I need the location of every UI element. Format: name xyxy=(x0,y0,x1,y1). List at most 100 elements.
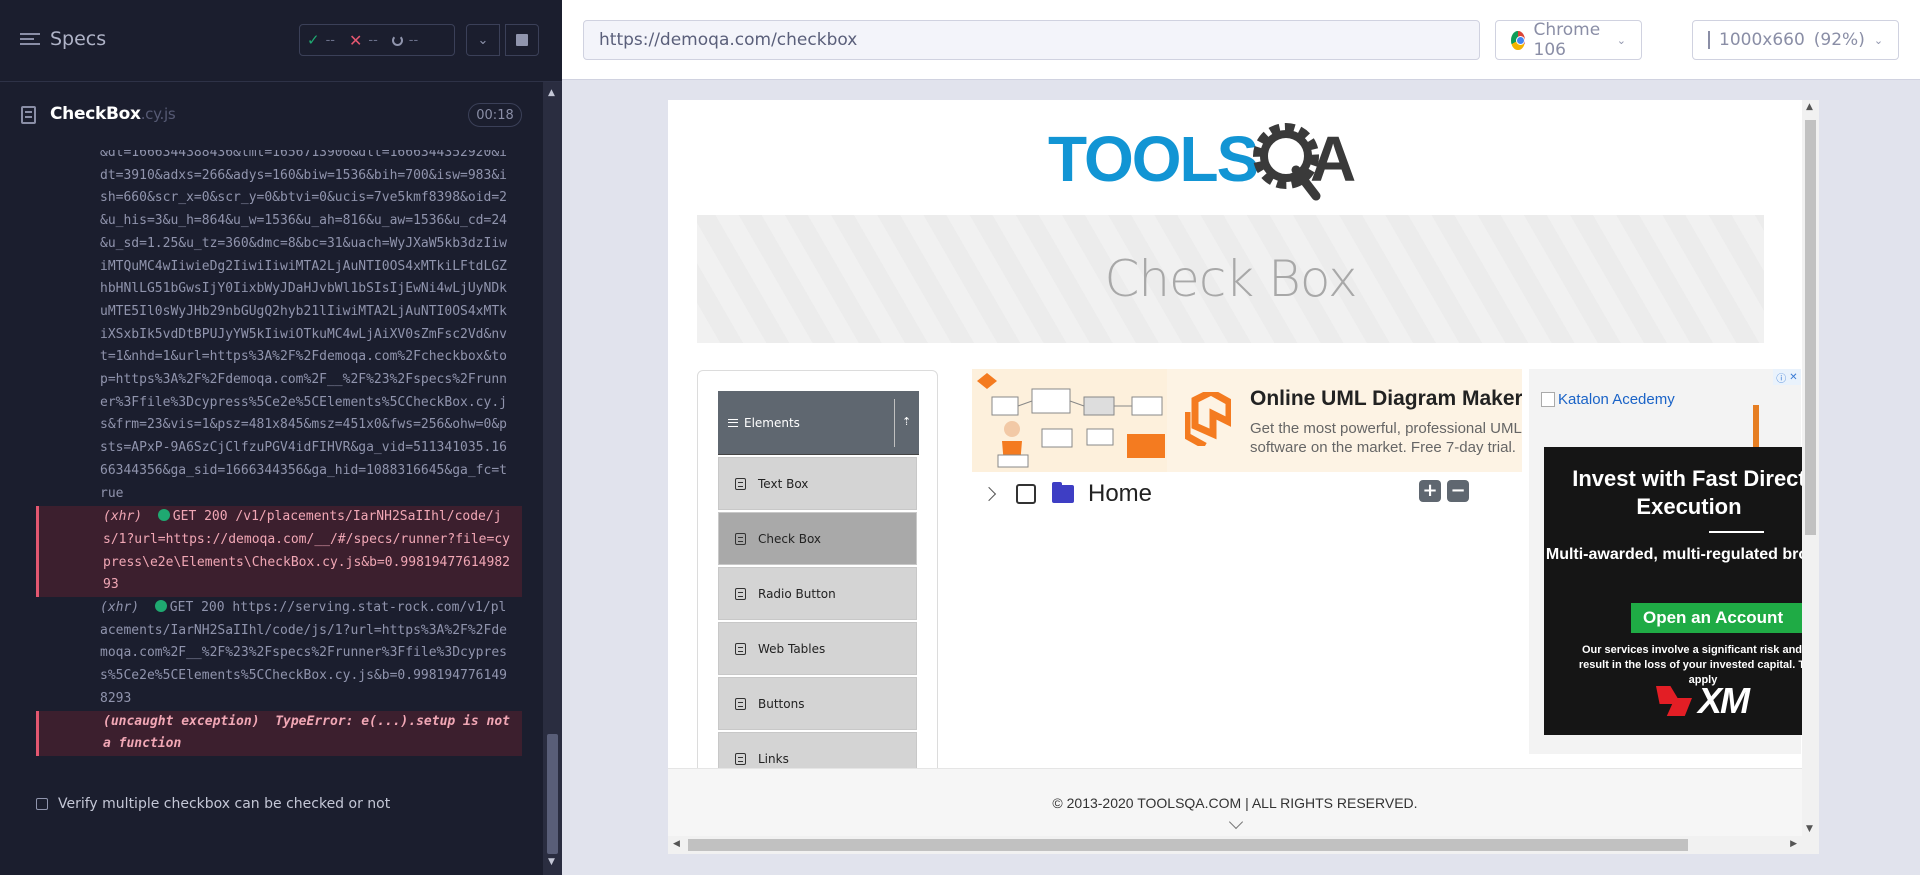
scroll-right-icon[interactable]: ▶ xyxy=(1790,839,1797,849)
reporter-scrollbar[interactable]: ▲ ▼ xyxy=(543,82,562,875)
html5-icon xyxy=(735,532,746,545)
xm-headline: Invest with Fast Direct Execution xyxy=(1572,466,1802,519)
specs-button[interactable]: Specs xyxy=(20,28,106,50)
uml-ad-description: Get the most powerful, professional UML … xyxy=(1250,420,1522,456)
uml-ad-banner[interactable]: Online UML Diagram Maker Get the most po… xyxy=(972,369,1522,472)
checkbox-tree-node-home: Home xyxy=(981,480,1152,508)
duration-badge: 00:18 xyxy=(468,103,522,127)
home-checkbox[interactable] xyxy=(1016,484,1036,504)
viewport-icon xyxy=(1708,31,1710,49)
html5-icon xyxy=(735,477,746,490)
app-horizontal-scrollbar[interactable]: ◀ ▶ xyxy=(668,836,1819,854)
url-bar[interactable]: https://demoqa.com/checkbox xyxy=(583,20,1480,60)
chevron-down-icon: ⌄ xyxy=(1616,33,1626,47)
copyright-text: © 2013-2020 TOOLSQA.COM | ALL RIGHTS RES… xyxy=(1052,794,1418,811)
checkbox-icon xyxy=(36,798,48,810)
tree-node-label[interactable]: Home xyxy=(1088,480,1152,508)
uml-illustration xyxy=(972,369,1167,472)
xm-subheadline: Multi-awarded, multi-regulated broker xyxy=(1545,546,1802,563)
uml-ad-title: Online UML Diagram Maker xyxy=(1250,387,1522,410)
x-icon: ✕ xyxy=(348,30,363,50)
uml-logo-icon xyxy=(1185,392,1231,446)
app-viewport: TOOLS A Check Box Elements ⇡ Text Box Ch… xyxy=(668,100,1819,854)
menu-icon xyxy=(20,31,40,47)
test-title: Verify multiple checkbox can be checked … xyxy=(58,796,391,812)
scroll-thumb[interactable] xyxy=(688,839,1688,851)
xm-mark-icon xyxy=(1656,686,1692,716)
scroll-down-icon[interactable]: ▼ xyxy=(548,857,555,867)
page-banner: Check Box xyxy=(697,215,1764,343)
group-header-elements[interactable]: Elements ⇡ xyxy=(718,391,919,455)
broken-image-icon xyxy=(1541,392,1555,407)
browser-selector[interactable]: Chrome 106 ⌄ xyxy=(1495,20,1642,60)
command-uncaught-exception[interactable]: (uncaught exception) TypeError: e(...).s… xyxy=(36,710,522,756)
command-log: &dt=1666344388436&lmt=1656713906&dlt=166… xyxy=(36,150,522,778)
katalon-ad-link[interactable]: Katalon Acedemy xyxy=(1541,391,1675,408)
svg-text:TOOLS: TOOLS xyxy=(1048,123,1258,195)
status-dot xyxy=(157,509,170,522)
menu-item-check-box[interactable]: Check Box xyxy=(718,512,917,565)
test-stats: ✓ -- ✕ -- -- xyxy=(299,24,455,56)
collapse-icon[interactable]: ⇡ xyxy=(902,415,911,428)
collapse-all-button[interactable]: − xyxy=(1447,480,1469,502)
auto-scroll-button[interactable]: ⌄ xyxy=(466,24,500,56)
stop-icon xyxy=(516,34,528,46)
scroll-up-icon[interactable]: ▲ xyxy=(1806,102,1813,112)
chrome-icon xyxy=(1511,30,1525,50)
spinner-icon xyxy=(391,34,403,46)
chevron-down-icon: ⌄ xyxy=(1873,33,1884,47)
plus-icon: + xyxy=(1422,480,1438,501)
html5-icon xyxy=(735,642,746,655)
scroll-up-icon[interactable]: ▲ xyxy=(548,88,555,98)
specs-label: Specs xyxy=(50,28,107,50)
menu-item-radio-button[interactable]: Radio Button xyxy=(718,567,917,620)
failed-stat: ✕ -- xyxy=(348,30,378,50)
passed-stat: ✓ -- xyxy=(307,31,335,49)
html5-icon xyxy=(735,697,746,710)
file-icon xyxy=(21,106,36,124)
xm-logo: XM xyxy=(1656,680,1750,722)
status-dot xyxy=(154,600,167,613)
ad-accent-bar xyxy=(1753,405,1759,447)
spec-bar: CheckBox.cy.js 00:18 xyxy=(0,95,524,135)
scroll-thumb[interactable] xyxy=(547,734,558,854)
aut-panel: https://demoqa.com/checkbox Chrome 106 ⌄… xyxy=(562,0,1920,875)
chevron-down-icon: ⌄ xyxy=(477,32,489,48)
stop-button[interactable] xyxy=(505,24,539,56)
menu-item-text-box[interactable]: Text Box xyxy=(718,457,917,510)
log-text: &dt=1666344388436&lmt=1656713906&dlt=166… xyxy=(100,150,507,501)
aut-header: https://demoqa.com/checkbox Chrome 106 ⌄… xyxy=(562,0,1920,80)
command-xhr-failed[interactable]: (xhr) GET 200 /v1/placements/IarNH2SaIIh… xyxy=(36,506,522,598)
test-title-row[interactable]: Verify multiple checkbox can be checked … xyxy=(36,796,390,812)
xm-ad-banner[interactable]: Invest with Fast Direct Execution Multi-… xyxy=(1544,447,1802,735)
svg-text:A: A xyxy=(1310,123,1356,195)
expand-all-button[interactable]: + xyxy=(1419,480,1441,502)
html5-icon xyxy=(735,752,746,765)
open-account-button[interactable]: Open an Account xyxy=(1631,603,1802,633)
pending-stat: -- xyxy=(385,33,425,48)
menu-item-buttons[interactable]: Buttons xyxy=(718,677,917,730)
left-panel: Elements ⇡ Text Box Check Box Radio Butt… xyxy=(697,370,938,790)
adchoices-icon[interactable]: ⓘ ✕ xyxy=(1773,369,1801,385)
viewport-selector[interactable]: 1000x660 (92%) ⌄ xyxy=(1692,20,1899,60)
right-ad-column: ⓘ ✕ Katalon Acedemy Invest with Fast Dire… xyxy=(1529,369,1802,754)
scroll-down-icon[interactable]: ▼ xyxy=(1806,824,1813,834)
app-vertical-scrollbar[interactable]: ▲ ▼ xyxy=(1802,100,1819,836)
menu-icon xyxy=(728,418,738,427)
minus-icon: − xyxy=(1450,480,1466,501)
folder-icon xyxy=(1052,482,1074,503)
scroll-left-icon[interactable]: ◀ xyxy=(673,839,680,849)
reporter-header: Specs ✓ -- ✕ -- -- ⌄ xyxy=(0,0,562,82)
cypress-reporter: Specs ✓ -- ✕ -- -- ⌄ CheckBox.cy.js 00:18 … xyxy=(0,0,562,875)
command-xhr[interactable]: (xhr) GET 200 https://serving.stat-rock.… xyxy=(36,597,522,711)
chevron-right-icon[interactable] xyxy=(981,486,997,502)
page-footer: © 2013-2020 TOOLSQA.COM | ALL RIGHTS RES… xyxy=(668,768,1802,836)
toolsqa-logo[interactable]: TOOLS A xyxy=(1048,118,1368,204)
page-title: Check Box xyxy=(1104,250,1357,308)
scroll-thumb[interactable] xyxy=(1805,120,1816,535)
spec-name[interactable]: CheckBox.cy.js xyxy=(50,104,176,124)
chevron-down-icon[interactable] xyxy=(1228,814,1244,830)
menu-item-web-tables[interactable]: Web Tables xyxy=(718,622,917,675)
html5-icon xyxy=(735,587,746,600)
check-icon: ✓ xyxy=(307,31,320,49)
